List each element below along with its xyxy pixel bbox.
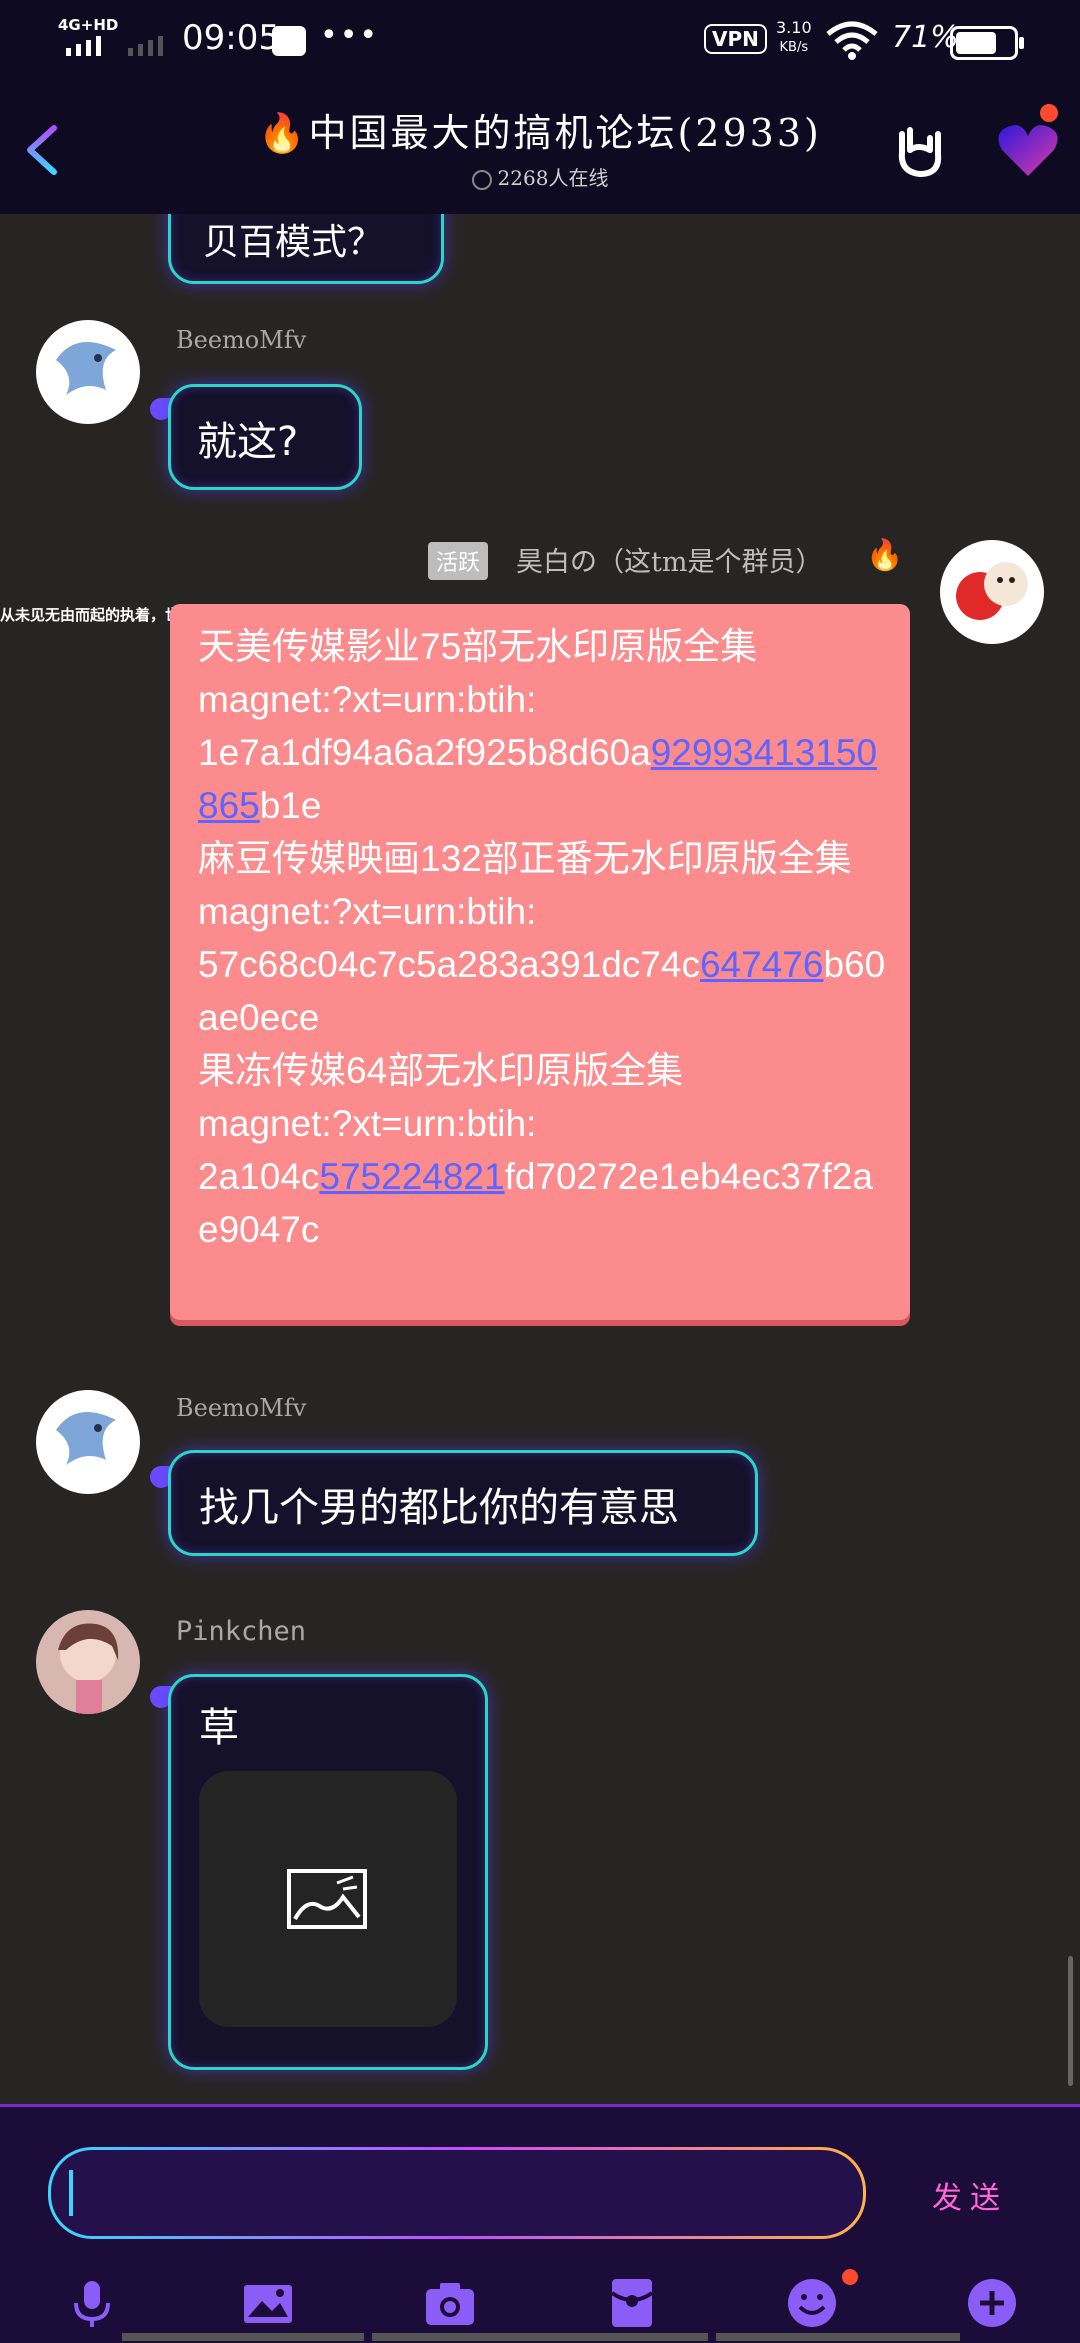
message-text: 找几个男的都比你的有意思: [199, 1485, 679, 1531]
status-bar: 4G+HD 09:05 ••• VPN 3.10 KB/s 71%: [0, 0, 1080, 80]
sender-name: 昊白の（这tm是个群员）: [516, 547, 823, 578]
network-speed: 3.10 KB/s: [776, 18, 812, 58]
red-packet-icon[interactable]: [602, 2273, 662, 2333]
scrollbar[interactable]: [1068, 1956, 1073, 2086]
online-count-text: 2268人在线: [497, 166, 609, 190]
speed-unit: KB/s: [779, 40, 809, 55]
avatar[interactable]: [36, 1610, 140, 1714]
camera-icon[interactable]: [420, 2273, 480, 2333]
message-input[interactable]: [48, 2147, 866, 2239]
vpn-badge: VPN: [704, 24, 767, 54]
message-text: 草: [199, 1705, 239, 1751]
message-bubble-pink[interactable]: 天美传媒影业75部无水印原版全集 magnet:?xt=urn:btih: 1e…: [170, 604, 910, 1320]
rock-hand-icon[interactable]: [892, 124, 948, 180]
message-text: 天美传媒影业75部无水印原版全集 magnet:?xt=urn:btih: 1e…: [198, 620, 888, 1256]
battery-percent: 71%: [892, 20, 959, 55]
more-notifications: •••: [320, 18, 380, 53]
message-text: 就这?: [197, 419, 299, 465]
message-bubble[interactable]: 草: [168, 1674, 488, 2070]
text-line: magnet:?xt=urn:btih:: [198, 891, 537, 932]
online-icon: [471, 169, 492, 190]
avatar[interactable]: [36, 1390, 140, 1494]
clock: 09:05: [182, 18, 280, 58]
emoji-notification-dot: [842, 2269, 858, 2285]
text-line: 57c68c04c7c5a283a391dc74c: [198, 944, 700, 985]
message-bubble[interactable]: 找几个男的都比你的有意思: [168, 1450, 758, 1556]
text-line: 天美传媒影业75部无水印原版全集: [198, 626, 758, 667]
battery-icon: [950, 26, 1024, 60]
phone-link[interactable]: 575224821: [319, 1156, 504, 1197]
composer: 发送: [0, 2104, 1080, 2343]
image-icon: [287, 1869, 367, 1929]
network-type: 4G+HD: [58, 16, 119, 34]
text-line: 麻豆传媒映画132部正番无水印原版全集: [198, 838, 852, 879]
wifi-icon: [826, 21, 878, 60]
signal-2-icon: [128, 36, 163, 56]
emoji-icon[interactable]: [782, 2273, 842, 2333]
signal-icon: [66, 36, 101, 56]
add-icon[interactable]: [962, 2273, 1022, 2333]
fire-icon: 🔥: [866, 538, 904, 573]
message-bubble-partial[interactable]: 贝百模式？: [168, 214, 444, 284]
chat-list[interactable]: 贝百模式？ BeemoMfv 就这? 活跃 昊白の（这tm是个群员） 🔥 从未见…: [0, 214, 1080, 2104]
send-button[interactable]: 发送: [932, 2173, 1008, 2217]
heart-icon[interactable]: [996, 120, 1060, 180]
phone-link[interactable]: 647476: [700, 944, 823, 985]
message-text: 贝百模式？: [203, 222, 384, 263]
text-caret: [69, 2170, 73, 2216]
sender-name: Pinkchen: [176, 1616, 307, 1647]
avatar[interactable]: [36, 320, 140, 424]
speed-value: 3.10: [776, 18, 812, 37]
chat-header: 🔥中国最大的搞机论坛(2933) 2268人在线: [0, 80, 1080, 214]
text-line: b1e: [259, 785, 322, 826]
avatar[interactable]: [940, 540, 1044, 644]
microphone-icon[interactable]: [62, 2273, 122, 2333]
heart-notification-dot: [1040, 104, 1058, 122]
app-notification-icon: [272, 26, 306, 56]
text-line: 2a104c: [198, 1156, 320, 1197]
text-line: 果冻传媒64部无水印原版全集: [198, 1050, 684, 1091]
sender-name: BeemoMfv: [176, 326, 307, 354]
message-bubble[interactable]: 就这?: [168, 384, 362, 490]
text-line: magnet:?xt=urn:btih:: [198, 1103, 537, 1144]
text-line: 1e7a1df94a6a2f925b8d60a: [198, 732, 651, 773]
activity-badge: 活跃: [428, 542, 489, 580]
picture-icon[interactable]: [238, 2273, 298, 2333]
text-line: magnet:?xt=urn:btih:: [198, 679, 537, 720]
image-placeholder[interactable]: [199, 1771, 457, 2027]
sender-name: BeemoMfv: [176, 1394, 307, 1422]
